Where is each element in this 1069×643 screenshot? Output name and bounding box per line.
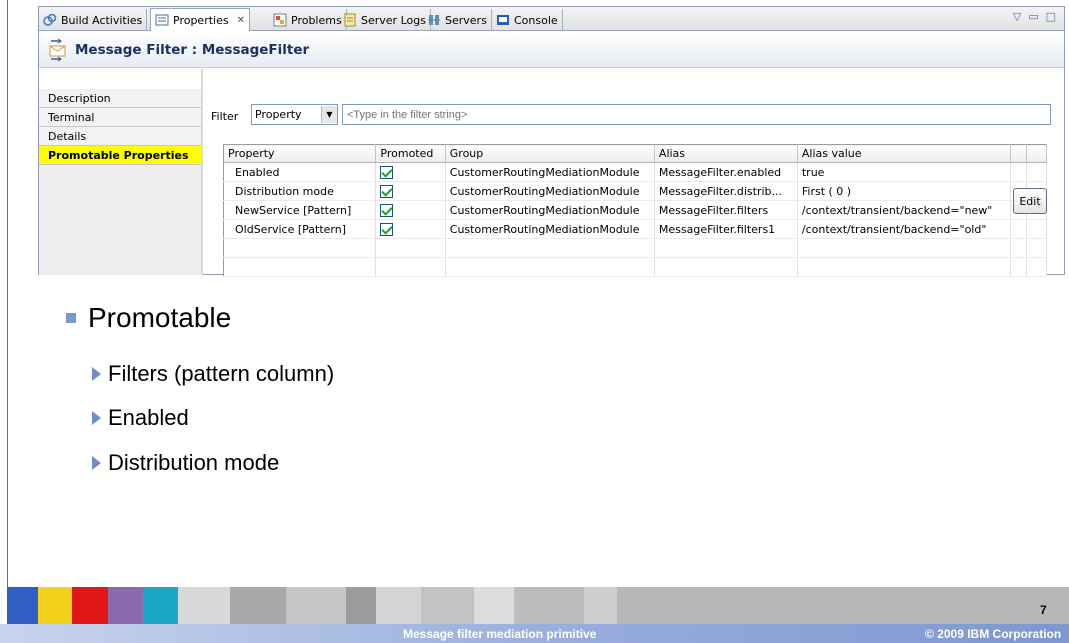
- view-menu-icon[interactable]: ▽: [1013, 10, 1021, 23]
- square-bullet-icon: [66, 313, 76, 323]
- filter-input[interactable]: [342, 104, 1051, 125]
- cell-property: Enabled: [223, 162, 377, 182]
- cell-promoted: [375, 162, 446, 182]
- promoted-checkbox[interactable]: [380, 203, 394, 217]
- filter-type-value: Property: [255, 108, 302, 121]
- sidebar-item-description[interactable]: Description: [39, 89, 201, 108]
- properties-icon: [155, 13, 169, 27]
- cell-alias-value[interactable]: /context/transient/backend="new": [797, 200, 1012, 220]
- promoted-checkbox[interactable]: [380, 222, 394, 236]
- tab-label: Console: [514, 13, 558, 27]
- cell-promoted: [375, 219, 446, 239]
- tab-label: Properties: [173, 13, 229, 27]
- sub-bullet-text: Distribution mode: [108, 450, 280, 475]
- filter-type-select[interactable]: Property ▼: [251, 104, 338, 125]
- bullet-heading-text: Promotable: [88, 302, 232, 333]
- edit-button[interactable]: Edit: [1013, 188, 1047, 214]
- cell-property: Distribution mode: [223, 181, 377, 201]
- sidebar-item-terminal[interactable]: Terminal: [39, 108, 201, 127]
- table-row[interactable]: Distribution mode CustomerRoutingMediati…: [223, 181, 1048, 201]
- tab-label: Build Activities: [61, 13, 143, 27]
- cell-property: OldService [Pattern]: [223, 219, 377, 239]
- promotable-properties-table: Property Promoted Group Alias Alias valu…: [223, 144, 1048, 277]
- message-filter-icon: [47, 38, 69, 62]
- cell-alias-value[interactable]: true: [797, 162, 1012, 182]
- column-header-property[interactable]: Property: [223, 144, 377, 163]
- column-header-group[interactable]: Group: [445, 144, 655, 163]
- bullet-heading: Promotable: [66, 302, 231, 334]
- cell-alias[interactable]: MessageFilter.filters1: [654, 219, 798, 239]
- cell-alias[interactable]: MessageFilter.distrib...: [654, 181, 798, 201]
- page-number: 7: [1040, 603, 1047, 617]
- footer-title: Message filter mediation primitive: [403, 627, 597, 641]
- promoted-checkbox[interactable]: [380, 165, 394, 179]
- maximize-icon[interactable]: □: [1046, 10, 1056, 23]
- sub-bullet: Enabled: [92, 405, 189, 431]
- cell-group: CustomerRoutingMediationModule: [445, 219, 655, 239]
- tab-problems[interactable]: Problems: [269, 9, 347, 31]
- footer-image-strip: [7, 587, 1069, 624]
- sidebar-item-details[interactable]: Details: [39, 127, 201, 146]
- triangle-bullet-icon: [92, 367, 101, 381]
- cell-property: NewService [Pattern]: [223, 200, 377, 220]
- cell-group: CustomerRoutingMediationModule: [445, 200, 655, 220]
- cell-alias-value[interactable]: First ( 0 ): [797, 181, 1012, 201]
- triangle-bullet-icon: [92, 456, 101, 470]
- cell-alias[interactable]: MessageFilter.enabled: [654, 162, 798, 182]
- table-row[interactable]: NewService [Pattern] CustomerRoutingMedi…: [223, 200, 1048, 220]
- editor-title: Message Filter : MessageFilter: [75, 41, 310, 58]
- sub-bullet: Filters (pattern column): [92, 361, 334, 387]
- tab-label: Servers: [445, 13, 487, 27]
- cell-promoted: [375, 200, 446, 220]
- tab-properties[interactable]: Properties ✕: [150, 8, 250, 31]
- table-row-empty: [223, 238, 1048, 258]
- triangle-bullet-icon: [92, 411, 101, 425]
- minimize-icon[interactable]: ▭: [1028, 10, 1038, 23]
- footer-copyright: © 2009 IBM Corporation: [925, 627, 1062, 641]
- column-header-promoted[interactable]: Promoted: [375, 144, 446, 163]
- tab-server-logs[interactable]: Server Logs: [339, 9, 431, 31]
- table-row[interactable]: OldService [Pattern] CustomerRoutingMedi…: [223, 219, 1048, 239]
- cell-promoted: [375, 181, 446, 201]
- view-tab-bar: Build Activities Properties ✕ Problems S…: [39, 7, 1064, 31]
- cell-alias[interactable]: MessageFilter.filters: [654, 200, 798, 220]
- editor-title-bar: Message Filter : MessageFilter: [39, 32, 1064, 68]
- tab-servers[interactable]: Servers: [423, 9, 492, 31]
- eclipse-properties-view: Build Activities Properties ✕ Problems S…: [38, 6, 1065, 277]
- table-header-row: Property Promoted Group Alias Alias valu…: [223, 144, 1048, 163]
- filter-label: Filter: [211, 110, 239, 123]
- column-header-empty: [1010, 144, 1027, 163]
- server-logs-icon: [343, 13, 357, 27]
- sub-bullet-text: Enabled: [108, 405, 189, 430]
- build-activities-icon: [43, 13, 57, 27]
- cell-group: CustomerRoutingMediationModule: [445, 162, 655, 182]
- slide-left-rule: [7, 0, 8, 588]
- close-icon[interactable]: ✕: [237, 15, 245, 26]
- sidebar-item-promotable-properties[interactable]: Promotable Properties: [39, 146, 201, 165]
- tab-console[interactable]: Console: [492, 9, 563, 31]
- column-header-alias-value[interactable]: Alias value: [797, 144, 1012, 163]
- property-sidebar: Description Terminal Details Promotable …: [39, 89, 201, 275]
- problems-icon: [273, 13, 287, 27]
- column-header-empty: [1026, 144, 1048, 163]
- servers-icon: [427, 13, 441, 27]
- promoted-checkbox[interactable]: [380, 184, 394, 198]
- tab-label: Server Logs: [361, 13, 426, 27]
- table-row[interactable]: Enabled CustomerRoutingMediationModule M…: [223, 162, 1048, 182]
- column-header-alias[interactable]: Alias: [654, 144, 798, 163]
- dropdown-arrow-icon[interactable]: ▼: [321, 106, 337, 123]
- table-row-empty: [223, 257, 1048, 277]
- tab-label: Problems: [291, 13, 342, 27]
- view-menu-controls: ▽ ▭ □: [1013, 10, 1056, 23]
- sub-bullet: Distribution mode: [92, 450, 279, 476]
- sidebar-divider: [201, 69, 203, 275]
- tab-build-activities[interactable]: Build Activities: [39, 9, 148, 31]
- cell-group: CustomerRoutingMediationModule: [445, 181, 655, 201]
- sub-bullet-text: Filters (pattern column): [108, 361, 335, 386]
- cell-alias-value[interactable]: /context/transient/backend="old": [797, 219, 1012, 239]
- console-icon: [496, 13, 510, 27]
